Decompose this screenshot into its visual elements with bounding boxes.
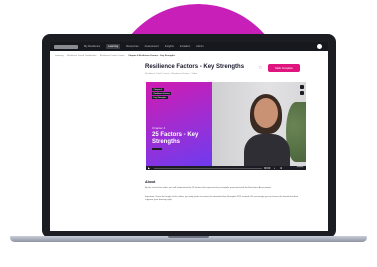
play-icon[interactable]: ▶ xyxy=(148,167,150,170)
mark-complete-button[interactable]: Mark Complete xyxy=(268,64,300,72)
video-chapter: Chapter 4 xyxy=(152,126,166,130)
time-display: 00:00 xyxy=(264,166,271,170)
share-icon[interactable] xyxy=(300,91,304,95)
presenter-body xyxy=(244,134,290,170)
nav-item-invitation[interactable]: Invitation xyxy=(180,45,190,48)
video-tag: Key Strengths xyxy=(152,96,168,99)
nav-item-resources[interactable]: Resources xyxy=(126,45,138,48)
video-player[interactable]: Chapter 4 Resilience Factors Key Strengt… xyxy=(146,82,306,170)
video-controls: ▶ 00:00 ◐ ⚙ vimeo xyxy=(146,166,306,170)
breadcrumb-item[interactable]: Resilience Coach Certification xyxy=(67,55,96,57)
video-card-title: 25 Factors - Key Strengths xyxy=(152,132,199,145)
presenter-face xyxy=(254,98,278,128)
breadcrumb-item[interactable]: Resilience Coach Course xyxy=(100,55,125,57)
video-tag: Chapter 4 xyxy=(152,88,164,91)
nav-item-assessment[interactable]: Assessment xyxy=(145,45,159,48)
about-note: Important: Given the length of this vide… xyxy=(145,196,299,201)
video-card-bar xyxy=(152,148,162,150)
video-tag: Resilience Factors xyxy=(152,92,172,95)
avatar[interactable] xyxy=(317,44,322,49)
nav-item-admin[interactable]: Admin xyxy=(196,45,203,48)
app-logo[interactable] xyxy=(54,44,78,49)
breadcrumb-current: Chapter 4 Resilience Factors - Key Stren… xyxy=(128,55,176,57)
page-title: Resilience Factors - Key Strengths xyxy=(145,64,245,70)
nav-item-learning[interactable]: Learning xyxy=(106,44,121,49)
star-icon[interactable]: ☆ xyxy=(258,65,262,71)
vimeo-logo[interactable]: vimeo xyxy=(296,166,304,169)
top-nav: My Resilience Learning Resources Assessm… xyxy=(50,42,328,51)
page-subtitle: Resilience Coach Course · Resilience Fac… xyxy=(145,73,198,75)
laptop-screen: My Resilience Learning Resources Assessm… xyxy=(50,42,328,231)
nav-item-my-resilience[interactable]: My Resilience xyxy=(84,45,100,48)
like-icon[interactable] xyxy=(300,85,304,89)
about-heading: About xyxy=(145,180,156,184)
progress-bar[interactable] xyxy=(154,167,262,169)
about-text: By the end of this video, you will under… xyxy=(145,187,272,189)
breadcrumb-item[interactable]: Learning xyxy=(55,55,64,57)
breadcrumb: Learning Resilience Coach Certification … xyxy=(55,55,178,57)
volume-icon[interactable]: ◐ xyxy=(274,167,276,170)
settings-icon[interactable]: ⚙ xyxy=(280,167,282,170)
laptop-notch xyxy=(168,236,209,238)
nav-item-insights[interactable]: Insights xyxy=(165,45,174,48)
